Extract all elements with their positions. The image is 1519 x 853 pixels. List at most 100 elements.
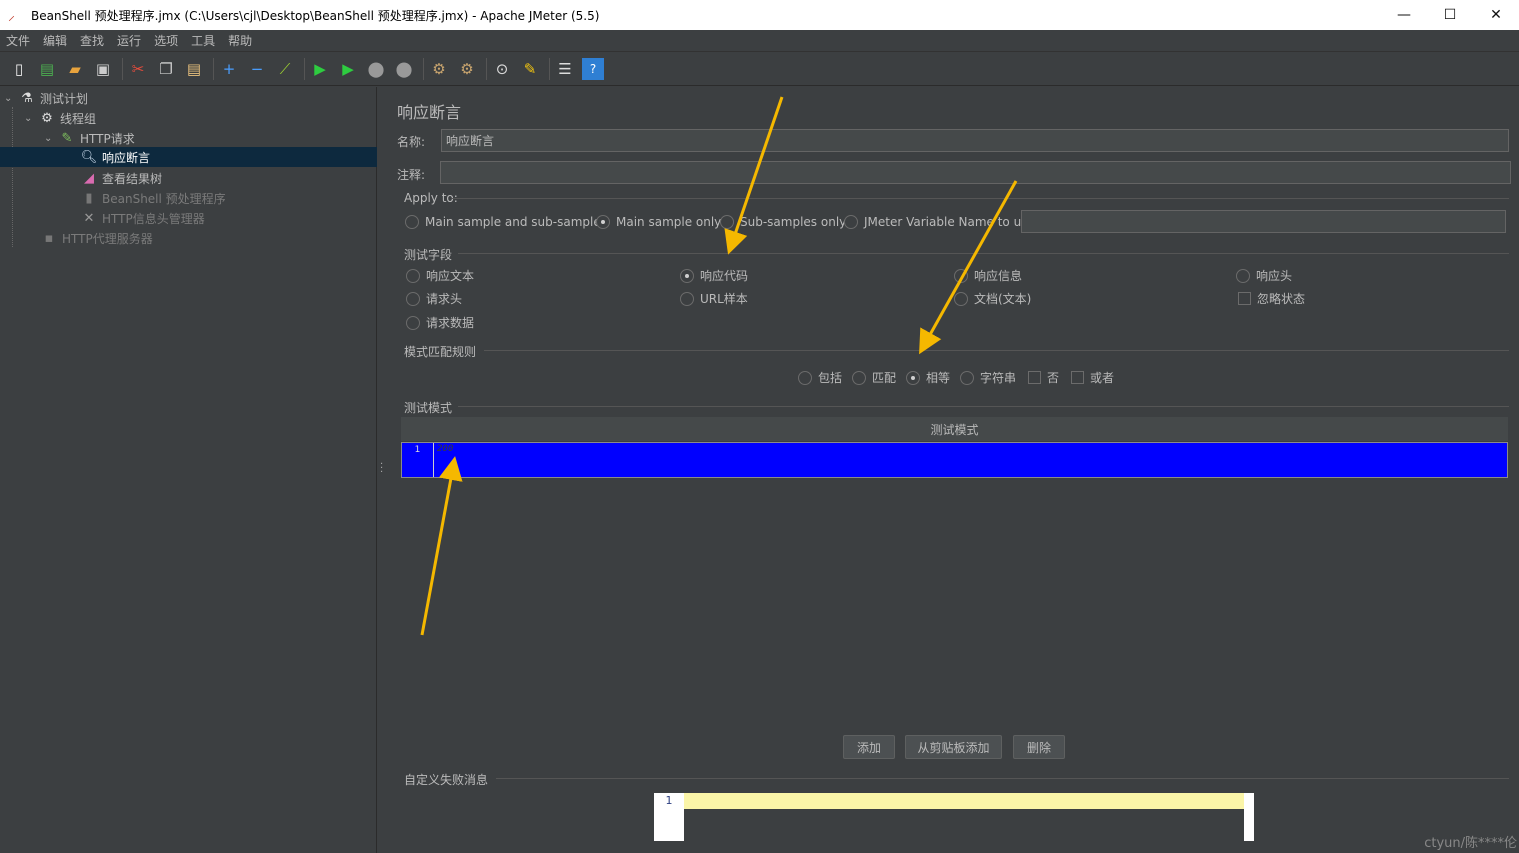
- paste-icon[interactable]: ▤: [183, 58, 205, 80]
- radio-equals[interactable]: 相等: [906, 369, 950, 386]
- menu-tools[interactable]: 工具: [185, 32, 222, 49]
- radio-circle[interactable]: [1236, 268, 1250, 283]
- radio-response-text[interactable]: 响应文本: [406, 267, 474, 284]
- tree-item-beanshell-preprocessor[interactable]: ▮ BeanShell 预处理程序: [80, 188, 370, 208]
- start-no-pause-icon[interactable]: ▶: [337, 58, 359, 80]
- toggle-icon[interactable]: ⟋: [274, 58, 296, 80]
- reset-search-icon[interactable]: ✎: [519, 58, 541, 80]
- assertion-icon: 🔍︎: [80, 149, 98, 165]
- radio-circle[interactable]: [680, 268, 694, 283]
- comment-field[interactable]: [440, 161, 1511, 184]
- stop-icon[interactable]: ⬤: [365, 58, 387, 80]
- chevron-down-icon[interactable]: ⌄: [4, 93, 18, 104]
- custom-failure-editor[interactable]: 1: [654, 793, 1254, 841]
- tree-item-view-results-tree[interactable]: ◢ 查看结果树: [80, 168, 370, 188]
- tree-item-http-request[interactable]: ⌄ ✎ HTTP请求: [44, 128, 374, 148]
- tree-item-thread-group[interactable]: ⌄ ⚙ 线程组: [24, 108, 374, 128]
- radio-response-headers[interactable]: 响应头: [1236, 267, 1292, 284]
- pattern-cell[interactable]: 200: [434, 443, 453, 477]
- sampler-icon: ✎: [61, 130, 73, 146]
- checkbox-not[interactable]: 否: [1028, 369, 1059, 386]
- start-icon[interactable]: ▶: [309, 58, 331, 80]
- checkbox-box[interactable]: [1071, 371, 1084, 384]
- minimize-button[interactable]: —: [1381, 0, 1427, 30]
- radio-circle[interactable]: [844, 215, 858, 229]
- close-button[interactable]: ✕: [1473, 0, 1519, 30]
- table-row[interactable]: 1 200: [401, 442, 1508, 478]
- radio-label: 匹配: [872, 371, 897, 385]
- maximize-button[interactable]: ☐: [1427, 0, 1473, 30]
- radio-request-data[interactable]: 请求数据: [406, 314, 474, 331]
- drag-handle-icon[interactable]: · · ·: [380, 460, 383, 478]
- menu-run[interactable]: 运行: [111, 32, 148, 49]
- radio-request-headers[interactable]: 请求头: [406, 290, 462, 307]
- shutdown-icon[interactable]: ⬤: [393, 58, 415, 80]
- radio-sub-only[interactable]: Sub-samples only: [720, 215, 846, 229]
- radio-main-and-sub[interactable]: Main sample and sub-samples: [405, 215, 607, 229]
- function-helper-icon[interactable]: ☰: [554, 58, 576, 80]
- menu-options[interactable]: 选项: [148, 32, 185, 49]
- radio-label: 文档(文本): [974, 292, 1032, 306]
- add-button[interactable]: 添加: [843, 735, 895, 759]
- new-icon[interactable]: ▯: [8, 58, 30, 80]
- radio-circle[interactable]: [405, 215, 419, 229]
- radio-label: 响应代码: [700, 269, 749, 283]
- open-icon[interactable]: ▰: [64, 58, 86, 80]
- chevron-down-icon[interactable]: ⌄: [24, 113, 38, 124]
- expand-icon[interactable]: +: [218, 58, 240, 80]
- variable-name-field[interactable]: [1021, 210, 1506, 233]
- preprocessor-icon: ▮: [85, 190, 93, 206]
- split-pane-divider[interactable]: · · ·: [377, 87, 387, 853]
- tree-item-response-assertion[interactable]: 🔍︎ 响应断言: [0, 147, 377, 167]
- menu-edit[interactable]: 编辑: [37, 32, 74, 49]
- radio-circle[interactable]: [954, 291, 968, 306]
- radio-circle[interactable]: [596, 215, 610, 229]
- help-icon[interactable]: ?: [582, 58, 604, 80]
- radio-circle[interactable]: [852, 370, 866, 385]
- radio-circle[interactable]: [680, 291, 694, 306]
- radio-circle[interactable]: [406, 315, 420, 330]
- radio-circle[interactable]: [720, 215, 734, 229]
- radio-contains[interactable]: 包括: [798, 369, 842, 386]
- radio-circle[interactable]: [406, 268, 420, 283]
- radio-document-text[interactable]: 文档(文本): [954, 290, 1031, 307]
- cut-icon[interactable]: ✂: [127, 58, 149, 80]
- clear-icon[interactable]: ⚙: [428, 58, 450, 80]
- radio-circle[interactable]: [406, 291, 420, 306]
- radio-circle[interactable]: [906, 370, 920, 385]
- checkbox-or[interactable]: 或者: [1071, 369, 1114, 386]
- radio-jmeter-variable[interactable]: JMeter Variable Name to use: [844, 215, 1035, 229]
- name-field[interactable]: 响应断言: [441, 129, 1509, 152]
- delete-button[interactable]: 删除: [1013, 735, 1065, 759]
- menu-search[interactable]: 查找: [74, 32, 111, 49]
- tree-item-proxy-server[interactable]: ▪ HTTP代理服务器: [40, 228, 370, 248]
- search-icon[interactable]: ⊙: [491, 58, 513, 80]
- chevron-down-icon[interactable]: ⌄: [44, 133, 58, 144]
- current-line-highlight[interactable]: [684, 793, 1244, 809]
- tree-item-test-plan[interactable]: ⌄ ⚗ 测试计划: [4, 88, 374, 108]
- radio-url-sampled[interactable]: URL样本: [680, 290, 748, 307]
- tree-item-header-manager[interactable]: ✕ HTTP信息头管理器: [80, 208, 370, 228]
- radio-circle[interactable]: [798, 370, 812, 385]
- checkbox-ignore-status[interactable]: 忽略状态: [1238, 290, 1305, 307]
- radio-response-message[interactable]: 响应信息: [954, 267, 1022, 284]
- radio-circle[interactable]: [960, 370, 974, 385]
- copy-icon[interactable]: ❐: [155, 58, 177, 80]
- save-icon[interactable]: ▣: [92, 58, 114, 80]
- radio-circle[interactable]: [954, 268, 968, 283]
- add-from-clipboard-button[interactable]: 从剪贴板添加: [905, 735, 1002, 759]
- checkbox-box[interactable]: [1028, 371, 1041, 384]
- patterns-table-header[interactable]: 测试模式: [401, 417, 1508, 441]
- editor-body[interactable]: [684, 809, 1244, 841]
- radio-substring[interactable]: 字符串: [960, 369, 1016, 386]
- radio-response-code[interactable]: 响应代码: [680, 267, 748, 284]
- menu-file[interactable]: 文件: [0, 32, 37, 49]
- radio-matches[interactable]: 匹配: [852, 369, 896, 386]
- menu-help[interactable]: 帮助: [222, 32, 259, 49]
- collapse-icon[interactable]: −: [246, 58, 268, 80]
- radio-main-only[interactable]: Main sample only: [596, 215, 721, 229]
- templates-icon[interactable]: ▤: [36, 58, 58, 80]
- checkbox-box[interactable]: [1238, 292, 1251, 305]
- radio-label: 字符串: [980, 371, 1017, 385]
- clear-all-icon[interactable]: ⚙: [456, 58, 478, 80]
